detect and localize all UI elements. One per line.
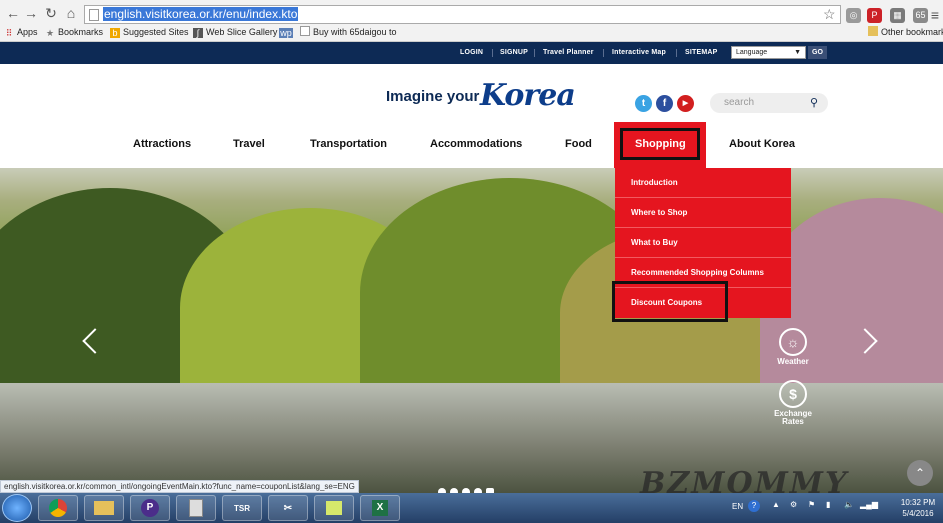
tray-app-icon[interactable]: ⚙	[790, 500, 797, 509]
search-input[interactable]: search ⚲	[710, 93, 828, 113]
quicklink-weather-label: Weather	[777, 357, 809, 366]
exchange-rates-icon: $	[779, 380, 807, 408]
travel-planner-link[interactable]: Travel Planner	[543, 49, 594, 56]
back-icon[interactable]: ←	[4, 4, 22, 22]
start-button[interactable]	[2, 494, 32, 522]
calculator-icon[interactable]	[176, 495, 216, 521]
annotation-box-discount-coupons	[612, 281, 728, 322]
divider	[534, 49, 535, 57]
hero-prev-arrow[interactable]	[80, 326, 98, 356]
site-utility-bar: LOGIN SIGNUP Travel Planner Interactive …	[0, 42, 943, 64]
clock-time: 10:32 PM	[900, 498, 936, 507]
divider	[603, 49, 604, 57]
pixlr-icon[interactable]: P	[130, 495, 170, 521]
excel-icon[interactable]: X	[360, 495, 400, 521]
explorer-folder-icon[interactable]	[84, 495, 124, 521]
folder-icon	[868, 26, 878, 36]
snipping-tool-icon[interactable]: ✂	[268, 495, 308, 521]
forward-icon[interactable]: →	[22, 4, 40, 22]
twitter-icon[interactable]: t	[635, 95, 652, 112]
web-slice-icon: ∫	[193, 28, 203, 38]
browser-status-bar: english.visitkorea.or.kr/common_intl/ong…	[0, 480, 359, 493]
flag-icon[interactable]: ⚑	[808, 500, 815, 509]
quicklink-exchange-rates[interactable]: $ Exchange Rates	[770, 380, 816, 426]
wp-icon: wp	[279, 28, 293, 38]
chrome-taskbar-icon[interactable]	[38, 495, 78, 521]
menu-icon[interactable]: ≡	[926, 6, 943, 24]
bookmark-buy-65daigou[interactable]: Buy with 65daigou to	[300, 26, 397, 39]
site-header: Imagine your Korea t f ▶ search ⚲ Attrac…	[0, 64, 943, 168]
menu-item-where-to-shop[interactable]: Where to Shop	[615, 198, 791, 228]
address-bar[interactable]: english.visitkorea.or.kr/enu/index.kto	[84, 5, 841, 24]
go-button[interactable]: GO	[808, 46, 827, 59]
language-select-value: Language	[736, 49, 768, 56]
weather-icon: ☼	[779, 328, 807, 356]
clock-date: 5/4/2016	[902, 509, 934, 518]
windows-taskbar: P TSR ✂ X EN ? ▲ ⚙ ⚑ ▮ 🔈 ▂▄▆ 10:32 PM 5/…	[0, 493, 943, 523]
extension-grid-icon[interactable]: ▦	[890, 8, 905, 23]
apps-grid-icon: ⠿	[5, 28, 13, 38]
sitemap-link[interactable]: SITEMAP	[685, 49, 718, 56]
url-text: english.visitkorea.or.kr/enu/index.kto	[103, 7, 299, 21]
quicklink-weather[interactable]: ☼ Weather	[770, 328, 816, 366]
taskbar-clock[interactable]: 10:32 PM 5/4/2016	[895, 497, 941, 519]
nav-accommodations[interactable]: Accommodations	[430, 138, 522, 150]
pinterest-icon[interactable]: P	[867, 8, 882, 23]
tray-arrow-icon[interactable]: ▲	[772, 500, 780, 509]
bing-icon: b	[110, 28, 120, 38]
bookmark-65daigou[interactable]: wp	[279, 26, 296, 39]
youtube-icon[interactable]: ▶	[677, 95, 694, 112]
input-language[interactable]: EN	[732, 502, 743, 511]
hero-next-arrow[interactable]	[860, 326, 878, 356]
search-icon[interactable]: ⚲	[810, 93, 818, 113]
signup-link[interactable]: SIGNUP	[500, 49, 528, 56]
network-icon[interactable]: ▂▄▆	[860, 500, 878, 509]
bookmarks-bar: ⠿ Apps ★ Bookmarks b Suggested Sites ∫ Web S…	[0, 25, 943, 41]
help-icon[interactable]: ?	[748, 500, 760, 512]
login-link[interactable]: LOGIN	[460, 49, 483, 56]
bookmark-web-slice[interactable]: ∫ Web Slice Gallery	[193, 26, 277, 39]
divider	[676, 49, 677, 57]
nav-about-korea[interactable]: About Korea	[729, 138, 795, 150]
chevron-down-icon: ▼	[794, 49, 801, 56]
menu-item-what-to-buy[interactable]: What to Buy	[615, 228, 791, 258]
menu-item-introduction[interactable]: Introduction	[615, 168, 791, 198]
bookmark-star-icon[interactable]: ☆	[823, 6, 836, 23]
interactive-map-link[interactable]: Interactive Map	[612, 49, 666, 56]
bookmark-bookmarks[interactable]: ★ Bookmarks	[45, 26, 103, 39]
divider	[492, 49, 493, 57]
power-icon[interactable]: ▮	[826, 500, 830, 509]
bookmark-suggested-sites[interactable]: b Suggested Sites	[110, 26, 189, 39]
nav-food[interactable]: Food	[565, 138, 592, 150]
bookmark-apps[interactable]: ⠿ Apps	[4, 26, 38, 39]
page-icon	[89, 9, 99, 21]
nav-travel[interactable]: Travel	[233, 138, 265, 150]
hero-banner: ☼ Weather $ Exchange Rates	[0, 168, 943, 493]
bookmark-other[interactable]: Other bookmarks	[868, 26, 943, 39]
home-icon[interactable]: ⌂	[62, 4, 80, 22]
reload-icon[interactable]: ↻	[42, 4, 60, 22]
facebook-icon[interactable]: f	[656, 95, 673, 112]
sticky-notes-icon[interactable]	[314, 495, 354, 521]
nav-shopping[interactable]: Shopping	[635, 138, 686, 150]
tsr-app-icon[interactable]: TSR	[222, 495, 262, 521]
page-icon	[300, 26, 310, 36]
volume-icon[interactable]: 🔈	[844, 500, 854, 509]
browser-chrome: ← → ↻ ⌂ english.visitkorea.or.kr/enu/ind…	[0, 0, 943, 42]
logo-korea[interactable]: Korea	[480, 78, 576, 113]
search-placeholder: search	[724, 97, 755, 108]
scroll-to-top-button[interactable]: ⌃	[907, 460, 933, 486]
extension-icon[interactable]: ◎	[846, 8, 861, 23]
quicklink-exchange-label: Exchange Rates	[774, 409, 812, 426]
star-icon: ★	[45, 28, 55, 38]
language-select[interactable]: Language ▼	[731, 46, 806, 59]
nav-transportation[interactable]: Transportation	[310, 138, 387, 150]
nav-attractions[interactable]: Attractions	[133, 138, 191, 150]
browser-nav-row: ← → ↻ ⌂ english.visitkorea.or.kr/enu/ind…	[0, 2, 943, 24]
logo-tagline[interactable]: Imagine your	[386, 88, 479, 105]
